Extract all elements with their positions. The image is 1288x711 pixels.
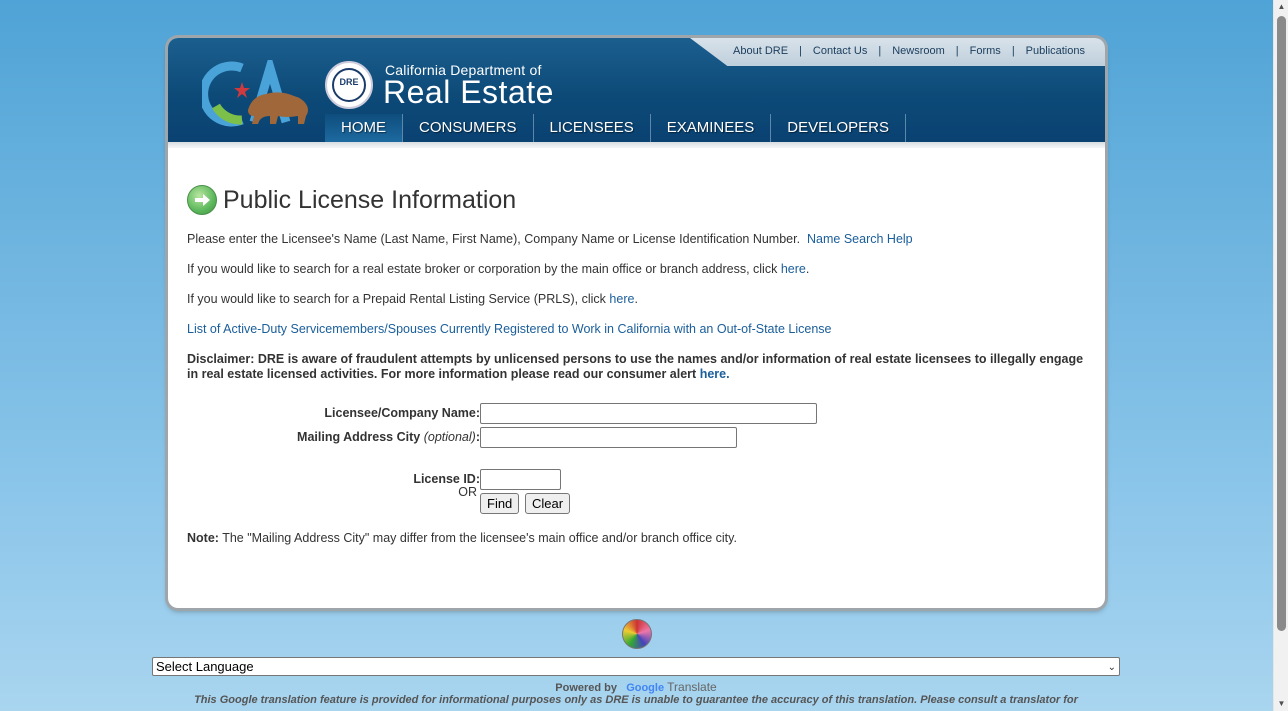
header-underline — [168, 142, 1105, 148]
page-frame: About DRE | Contact Us | Newsroom | Forms | Publ… — [168, 38, 1105, 608]
license-row: License ID: — [187, 469, 1087, 491]
license-id-input[interactable] — [480, 469, 561, 490]
powered-by-line: Powered by Google Translate — [0, 680, 1272, 694]
globe-translate-icon — [622, 619, 652, 649]
nav-examinees[interactable]: EXAMINEES — [651, 114, 772, 142]
city-row: Mailing Address City (optional): — [187, 427, 1087, 449]
dept-name-line2: Real Estate — [383, 74, 554, 110]
city-label-text: Mailing Address City — [297, 430, 421, 444]
top-links: About DRE | Contact Us | Newsroom | Forms | Publ… — [733, 45, 1085, 57]
prls-paragraph: If you would like to search for a Prepai… — [187, 292, 638, 306]
top-link-separator: | — [799, 45, 802, 57]
mailing-city-input[interactable] — [480, 427, 737, 448]
find-button[interactable]: Find — [480, 493, 520, 514]
arrow-right-icon — [187, 185, 217, 215]
top-link-newsroom[interactable]: Newsroom — [892, 45, 945, 57]
chevron-down-icon: ⌄ — [1107, 662, 1116, 673]
top-link-separator: | — [1011, 45, 1015, 57]
site-header: About DRE | Contact Us | Newsroom | Forms | Publ… — [168, 38, 1105, 142]
note-paragraph: Note: The "Mailing Address City" may dif… — [187, 531, 1087, 546]
disclaimer-paragraph: Disclaimer: DRE is aware of fraudulent a… — [187, 352, 1087, 382]
translate-text[interactable]: Translate — [667, 680, 717, 694]
prls-text: If you would like to search for a Prepai… — [187, 292, 606, 306]
city-label: Mailing Address City (optional): — [297, 430, 480, 444]
scroll-up-arrow-icon[interactable]: ▲ — [1274, 0, 1288, 14]
broker-paragraph: If you would like to search for a real e… — [187, 262, 810, 276]
note-label: Note: — [187, 531, 219, 545]
nav-licensees[interactable]: LICENSEES — [534, 114, 651, 142]
disclaimer-text: Disclaimer: DRE is aware of fraudulent a… — [187, 352, 1084, 381]
name-search-help-link[interactable]: Name Search Help — [807, 232, 913, 246]
name-label: Licensee/Company Name: — [324, 406, 480, 420]
powered-by-text: Powered by — [555, 682, 618, 694]
translation-disclaimer: This Google translation feature is provi… — [194, 694, 1078, 706]
google-logo: Google — [626, 682, 664, 694]
button-row: Find Clear — [187, 493, 1087, 515]
nav-home[interactable]: HOME — [325, 114, 403, 142]
page-scrollbar[interactable]: ▲ ▼ — [1273, 0, 1288, 711]
top-link-publications[interactable]: Publications — [1026, 45, 1085, 57]
language-select[interactable]: Select Language ⌄ — [152, 657, 1120, 676]
top-link-contact-us[interactable]: Contact Us — [813, 45, 867, 57]
note-text: The "Mailing Address City" may differ fr… — [222, 531, 737, 545]
intro-paragraph: Please enter the Licensee's Name (Last N… — [187, 232, 1087, 247]
servicemembers-paragraph: List of Active-Duty Servicemembers/Spous… — [187, 322, 1087, 337]
scrollbar-thumb[interactable] — [1277, 16, 1286, 631]
license-id-label: License ID: — [413, 472, 480, 486]
servicemembers-link[interactable]: List of Active-Duty Servicemembers/Spous… — [187, 322, 831, 336]
nav-developers[interactable]: DEVELOPERS — [771, 114, 906, 142]
licensee-name-input[interactable] — [480, 403, 817, 424]
title-row: Public License Information — [187, 182, 516, 218]
nav-consumers[interactable]: CONSUMERS — [403, 114, 534, 142]
dre-seal-icon: DRE — [325, 61, 373, 109]
scroll-down-arrow-icon[interactable]: ▼ — [1274, 697, 1288, 711]
prls-here-link[interactable]: here — [609, 292, 634, 306]
top-link-about-dre[interactable]: About DRE — [733, 45, 788, 57]
broker-text: If you would like to search for a real e… — [187, 262, 778, 276]
consumer-alert-link[interactable]: here. — [700, 367, 730, 381]
top-link-forms[interactable]: Forms — [970, 45, 1001, 57]
ca-logo-icon[interactable] — [202, 60, 312, 128]
city-optional-text: (optional) — [423, 430, 476, 444]
top-link-separator: | — [878, 45, 882, 57]
clear-button[interactable]: Clear — [525, 493, 571, 514]
google-wordmark: Google — [626, 682, 665, 694]
name-row: Licensee/Company Name: — [187, 403, 1087, 425]
broker-here-link[interactable]: here — [781, 262, 806, 276]
seal-text: DRE — [339, 77, 359, 87]
intro-text: Please enter the Licensee's Name (Last N… — [187, 232, 801, 246]
top-link-separator: | — [955, 45, 959, 57]
language-select-value: Select Language — [156, 659, 254, 674]
main-nav: HOME CONSUMERS LICENSEES EXAMINEES DEVEL… — [325, 114, 906, 142]
page-title: Public License Information — [223, 185, 517, 214]
